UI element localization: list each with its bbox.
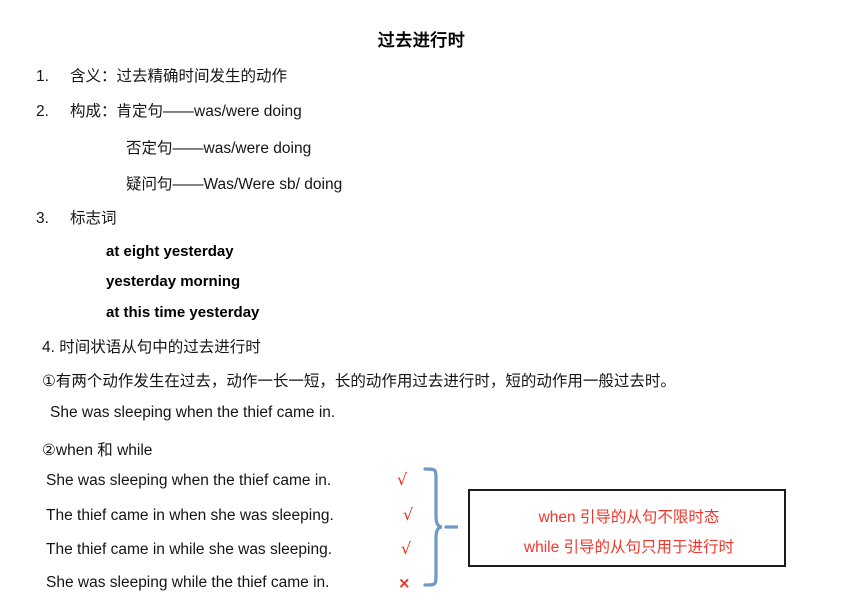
point-2-line: ②when 和 while — [42, 438, 152, 460]
sentence-text-4: She was sleeping while the thief came in… — [46, 574, 330, 591]
point-2-text: when 和 while — [55, 442, 153, 459]
sentence-text-2: The thief came in when she was sleeping. — [46, 507, 334, 524]
check-icon-2: √ — [403, 505, 414, 524]
check-icon-3: √ — [401, 539, 412, 558]
keyword-phrase-1: at eight yesterday — [106, 243, 234, 260]
document-page: 过去进行时 1. 含义：过去精确时间发生的动作 2. 构成：肯定句——was/wer… — [0, 0, 843, 613]
point-2-marker: ② — [42, 442, 56, 459]
sentence-row-1: She was sleeping when the thief came in.… — [46, 470, 407, 490]
sentence-text-1: She was sleeping when the thief came in. — [46, 472, 332, 489]
sentence-row-4: She was sleeping while the thief came in… — [46, 574, 411, 592]
point-1-marker: ① — [42, 373, 56, 390]
list-marker-4: 4. — [42, 339, 55, 356]
note-line-while: while 引导的从句只用于进行时 — [523, 539, 735, 556]
list-marker-3: 3. — [36, 210, 49, 227]
construction-negative-line: 否定句——was/were doing — [126, 140, 312, 157]
list-text-1: 含义：过去精确时间发生的动作 — [70, 68, 288, 85]
list-text-3: 标志词 — [70, 210, 117, 227]
list-text-4: 时间状语从句中的过去进行时 — [59, 339, 261, 356]
sentence-row-3: The thief came in while she was sleeping… — [46, 539, 411, 559]
keyword-phrase-2: yesterday morning — [106, 273, 241, 290]
list-item-1: 1. 含义：过去精确时间发生的动作 — [36, 64, 287, 86]
list-item-2: 2. 构成：肯定句——was/were doing — [36, 99, 302, 121]
sentence-row-2: The thief came in when she was sleeping.… — [46, 505, 413, 525]
check-icon-1: √ — [397, 470, 408, 489]
point-1-example: She was sleeping when the thief came in. — [50, 404, 336, 421]
keyword-phrase-3: at this time yesterday — [106, 304, 260, 321]
list-marker-1: 1. — [36, 68, 49, 85]
point-1-text: 有两个动作发生在过去，动作一长一短，长的动作用过去进行时，短的动作用一般过去时。 — [55, 373, 676, 390]
note-box: when 引导的从句不限时态 while 引导的从句只用于进行时 — [468, 489, 786, 567]
list-text-2: 构成：肯定句——was/were doing — [70, 103, 302, 120]
page-title: 过去进行时 — [377, 31, 466, 51]
note-line-when: when 引导的从句不限时态 — [538, 509, 720, 526]
construction-question-line: 疑问句——Was/Were sb/ doing — [126, 176, 343, 193]
list-item-4: 4. 时间状语从句中的过去进行时 — [42, 335, 261, 357]
sentence-text-3: The thief came in while she was sleeping… — [46, 541, 333, 558]
curly-brace-icon — [416, 466, 459, 588]
list-item-3: 3. 标志词 — [36, 206, 117, 228]
list-marker-2: 2. — [36, 103, 49, 120]
point-1-line: ①有两个动作发生在过去，动作一长一短，长的动作用过去进行时，短的动作用一般过去时… — [42, 369, 676, 391]
cross-icon-4: × — [398, 574, 411, 592]
